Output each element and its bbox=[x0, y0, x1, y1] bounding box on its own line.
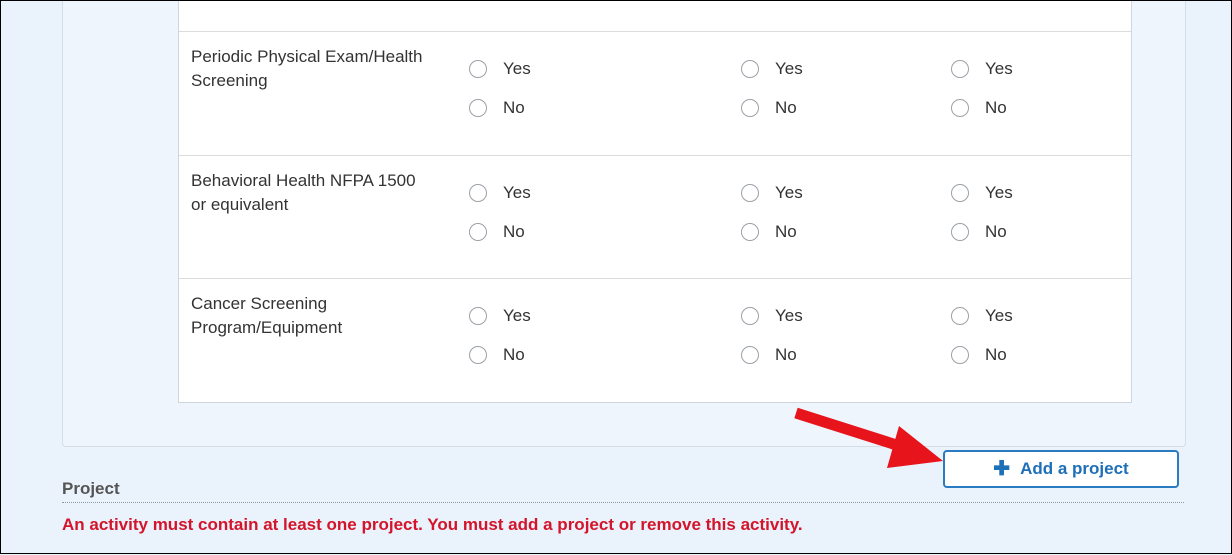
radio-yes-col1[interactable]: Yes bbox=[469, 304, 531, 328]
radio-label: Yes bbox=[775, 59, 803, 78]
radio-no-col3[interactable]: No bbox=[951, 220, 1007, 244]
table-row: Behavioral Health NFPA 1500 or equivalen… bbox=[179, 155, 1131, 279]
radio-circle-icon[interactable] bbox=[951, 223, 969, 241]
error-message: An activity must contain at least one pr… bbox=[62, 515, 803, 534]
radio-circle-icon[interactable] bbox=[741, 223, 759, 241]
radio-yes-col1[interactable]: Yes bbox=[469, 181, 531, 205]
radio-yes-col2[interactable]: Yes bbox=[741, 304, 803, 328]
radio-no-col2[interactable]: No bbox=[741, 96, 797, 120]
radio-label: No bbox=[775, 98, 797, 117]
add-project-button[interactable]: ✚ Add a project bbox=[943, 450, 1179, 488]
radio-label: No bbox=[985, 345, 1007, 364]
radio-circle-icon[interactable] bbox=[469, 223, 487, 241]
question-table: Periodic Physical Exam/Health Screening … bbox=[178, 1, 1132, 403]
radio-label: Yes bbox=[503, 306, 531, 325]
radio-circle-icon[interactable] bbox=[951, 184, 969, 202]
radio-label: Yes bbox=[985, 59, 1013, 78]
add-project-label: Add a project bbox=[1020, 459, 1129, 478]
radio-circle-icon[interactable] bbox=[741, 307, 759, 325]
radio-label: No bbox=[985, 98, 1007, 117]
radio-label: No bbox=[503, 222, 525, 241]
radio-label: No bbox=[775, 222, 797, 241]
radio-circle-icon[interactable] bbox=[469, 346, 487, 364]
radio-yes-col3[interactable]: Yes bbox=[951, 304, 1013, 328]
radio-label: Yes bbox=[985, 306, 1013, 325]
radio-label: No bbox=[985, 222, 1007, 241]
radio-circle-icon[interactable] bbox=[469, 307, 487, 325]
radio-circle-icon[interactable] bbox=[469, 60, 487, 78]
radio-label: No bbox=[503, 98, 525, 117]
radio-label: Yes bbox=[775, 306, 803, 325]
radio-label: No bbox=[503, 345, 525, 364]
radio-yes-col2[interactable]: Yes bbox=[741, 57, 803, 81]
radio-circle-icon[interactable] bbox=[741, 184, 759, 202]
row-label: Periodic Physical Exam/Health Screening bbox=[191, 47, 423, 90]
row-label: Behavioral Health NFPA 1500 or equivalen… bbox=[191, 171, 416, 214]
table-row: Cancer Screening Program/Equipment Yes N… bbox=[179, 278, 1131, 402]
radio-circle-icon[interactable] bbox=[741, 99, 759, 117]
plus-icon: ✚ bbox=[993, 458, 1011, 480]
radio-yes-col1[interactable]: Yes bbox=[469, 57, 531, 81]
radio-no-col1[interactable]: No bbox=[469, 220, 525, 244]
radio-label: Yes bbox=[503, 183, 531, 202]
radio-circle-icon[interactable] bbox=[469, 99, 487, 117]
radio-circle-icon[interactable] bbox=[951, 99, 969, 117]
radio-yes-col3[interactable]: Yes bbox=[951, 181, 1013, 205]
radio-no-col3[interactable]: No bbox=[951, 343, 1007, 367]
radio-no-col2[interactable]: No bbox=[741, 220, 797, 244]
table-row: Periodic Physical Exam/Health Screening … bbox=[179, 31, 1131, 155]
radio-no-col2[interactable]: No bbox=[741, 343, 797, 367]
radio-circle-icon[interactable] bbox=[741, 60, 759, 78]
radio-circle-icon[interactable] bbox=[951, 307, 969, 325]
radio-label: Yes bbox=[775, 183, 803, 202]
radio-circle-icon[interactable] bbox=[951, 346, 969, 364]
radio-yes-col2[interactable]: Yes bbox=[741, 181, 803, 205]
radio-label: Yes bbox=[503, 59, 531, 78]
radio-no-col1[interactable]: No bbox=[469, 96, 525, 120]
radio-no-col1[interactable]: No bbox=[469, 343, 525, 367]
radio-label: No bbox=[775, 345, 797, 364]
row-label: Cancer Screening Program/Equipment bbox=[191, 294, 343, 337]
radio-circle-icon[interactable] bbox=[469, 184, 487, 202]
radio-yes-col3[interactable]: Yes bbox=[951, 57, 1013, 81]
project-section-label: Project bbox=[62, 479, 120, 498]
page-frame: Periodic Physical Exam/Health Screening … bbox=[0, 0, 1232, 554]
radio-label: Yes bbox=[985, 183, 1013, 202]
radio-circle-icon[interactable] bbox=[741, 346, 759, 364]
radio-circle-icon[interactable] bbox=[951, 60, 969, 78]
section-divider bbox=[62, 502, 1184, 503]
radio-no-col3[interactable]: No bbox=[951, 96, 1007, 120]
